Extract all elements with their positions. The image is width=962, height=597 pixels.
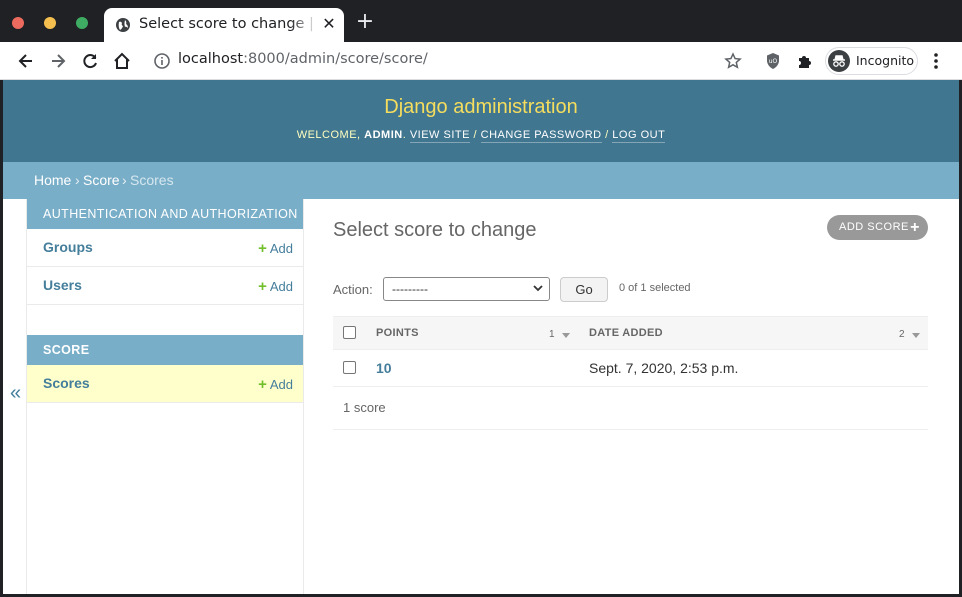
sidebar-item-scores: Scores + Add: [27, 365, 303, 403]
url-path: :8000/admin/score/score/: [243, 51, 428, 67]
sidebar-item-label[interactable]: Users: [43, 277, 82, 293]
window-close-button[interactable]: [12, 17, 24, 29]
chevron-down-icon: [532, 278, 544, 308]
close-tab-icon[interactable]: ✕: [320, 14, 338, 34]
puzzle-extensions-icon[interactable]: [795, 51, 815, 71]
sidebar-item-users: Users + Add: [27, 267, 303, 305]
url-host: localhost: [178, 51, 244, 67]
sort-priority-date-added[interactable]: 2: [899, 329, 905, 340]
collapse-chevron-icon: «: [10, 382, 22, 404]
module-caption-score[interactable]: SCORE: [27, 335, 303, 365]
add-users-link[interactable]: + Add: [258, 278, 293, 295]
star-icon[interactable]: [723, 51, 743, 71]
row-date-added: Sept. 7, 2020, 2:53 p.m.: [589, 360, 739, 376]
address-bar[interactable]: localhost:8000/admin/score/score/: [178, 51, 428, 67]
welcome-dot: .: [402, 129, 410, 141]
table-row: 10 Sept. 7, 2020, 2:53 p.m.: [333, 350, 928, 387]
user-tools-separator: /: [469, 129, 481, 141]
svg-text:uO: uO: [769, 58, 778, 65]
add-label: Add: [269, 241, 293, 256]
add-score-label: ADD SCORE: [839, 221, 909, 233]
username: ADMIN: [364, 129, 403, 141]
breadcrumb-app[interactable]: Score: [83, 172, 120, 188]
sort-priority-points[interactable]: 1: [549, 329, 555, 340]
go-button[interactable]: Go: [560, 277, 608, 302]
plus-icon: +: [258, 240, 267, 257]
window-maximize-button[interactable]: [76, 17, 88, 29]
home-icon[interactable]: [112, 51, 132, 71]
sidebar-item-label[interactable]: Groups: [43, 239, 93, 255]
add-scores-link[interactable]: + Add: [258, 376, 293, 393]
browser-tab-active[interactable]: Select score to change | Dj ✕: [104, 8, 344, 42]
add-label: Add: [269, 377, 293, 392]
breadcrumb-separator: ›: [122, 172, 127, 188]
breadcrumb-home[interactable]: Home: [34, 172, 71, 188]
browser-toolbar: localhost:8000/admin/score/score/ uO Inc…: [0, 42, 962, 80]
reload-icon[interactable]: [80, 51, 100, 71]
admin-header: Django administration WELCOME, ADMIN. VI…: [3, 80, 959, 162]
tab-strip: Select score to change | Dj ✕ +: [0, 0, 962, 42]
module-caption-auth[interactable]: AUTHENTICATION AND AUTHORIZATION: [27, 199, 303, 229]
add-score-button[interactable]: ADD SCORE +: [827, 215, 928, 240]
page-viewport: Django administration WELCOME, ADMIN. VI…: [3, 80, 959, 594]
browser-window: Select score to change | Dj ✕ + localhos…: [0, 0, 962, 597]
sidebar-item-groups: Groups + Add: [27, 229, 303, 267]
breadcrumb: Home › Score › Scores: [3, 162, 959, 199]
paginator: 1 score: [333, 387, 928, 430]
plus-icon: +: [910, 219, 920, 236]
plus-icon: +: [258, 376, 267, 393]
page-title: Select score to change: [333, 219, 537, 241]
more-menu-icon[interactable]: [928, 51, 944, 71]
results-table-header: POINTS 1 DATE ADDED 2: [333, 316, 928, 350]
add-groups-link[interactable]: + Add: [258, 240, 293, 257]
new-tab-icon[interactable]: +: [355, 11, 375, 33]
plus-icon: +: [258, 278, 267, 295]
tab-title: Select score to change | Dj: [139, 16, 315, 32]
info-icon[interactable]: [152, 51, 172, 71]
row-points-link[interactable]: 10: [376, 360, 392, 376]
sort-descending-icon[interactable]: [562, 333, 570, 338]
welcome-text: WELCOME,: [296, 129, 365, 141]
tab-title-fade: [290, 12, 318, 38]
selection-counter: 0 of 1 selected: [619, 282, 691, 294]
shield-extension-icon[interactable]: uO: [763, 51, 783, 71]
globe-icon: [115, 17, 131, 33]
column-header-points[interactable]: POINTS: [376, 327, 419, 339]
user-tools: WELCOME, ADMIN. VIEW SITE / CHANGE PASSW…: [3, 129, 959, 143]
sidebar-toggle[interactable]: «: [3, 199, 27, 594]
view-site-link[interactable]: VIEW SITE: [409, 129, 470, 143]
result-count: 1 score: [343, 400, 386, 415]
log-out-link[interactable]: LOG OUT: [612, 129, 666, 143]
column-header-date-added[interactable]: DATE ADDED: [589, 327, 663, 339]
incognito-indicator[interactable]: Incognito: [825, 47, 918, 75]
forward-arrow-icon[interactable]: [48, 51, 68, 71]
row-checkbox[interactable]: [343, 361, 356, 374]
sidebar-item-label[interactable]: Scores: [43, 375, 90, 391]
sort-descending-icon[interactable]: [912, 333, 920, 338]
incognito-icon: [828, 50, 850, 72]
add-label: Add: [269, 279, 293, 294]
incognito-label: Incognito: [856, 53, 915, 68]
nav-sidebar: AUTHENTICATION AND AUTHORIZATION Groups …: [27, 199, 304, 594]
change-password-link[interactable]: CHANGE PASSWORD: [480, 129, 602, 143]
select-all-checkbox[interactable]: [343, 326, 356, 339]
action-select[interactable]: ---------: [383, 277, 550, 301]
breadcrumb-current: Scores: [130, 172, 174, 188]
breadcrumb-separator: ›: [75, 172, 80, 188]
window-minimize-button[interactable]: [44, 17, 56, 29]
back-arrow-icon[interactable]: [16, 51, 36, 71]
site-brand[interactable]: Django administration: [3, 96, 959, 119]
user-tools-separator: /: [601, 129, 613, 141]
action-label: Action:: [333, 282, 373, 297]
action-select-value: ---------: [392, 282, 428, 296]
